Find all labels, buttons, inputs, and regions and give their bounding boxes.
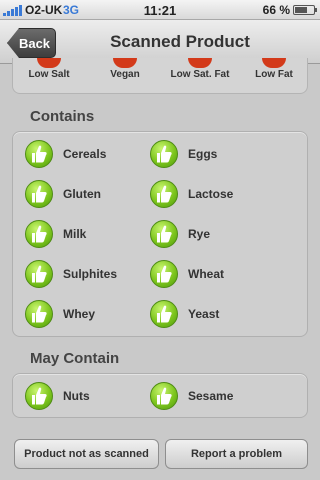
property-indicator-icon [262,58,286,68]
ingredient-item: Eggs [150,140,217,168]
ingredient-item: Sulphites [25,260,117,288]
ingredient-name: Eggs [188,147,218,161]
property-indicator-icon [113,58,137,68]
property-indicator-icon [37,58,61,68]
thumbs-up-icon [150,382,178,410]
report-problem-button[interactable]: Report a problem [165,439,308,469]
may-contain-panel: Nuts Sesame [12,373,308,418]
property-low-fat: Low Fat [249,58,299,80]
ingredient-name: Rye [188,227,211,241]
status-bar: O2-UK 3G 11:21 66 % [0,0,320,20]
ingredient-name: Yeast [188,307,220,321]
property-label: Low Fat [255,69,293,80]
property-label: Low Salt [28,69,70,80]
ingredient-name: Gluten [63,187,101,201]
thumbs-up-icon [25,300,53,328]
property-low-sat-fat: Low Sat. Fat [165,58,235,80]
property-indicator-icon [188,58,212,68]
ingredient-name: Sulphites [63,267,118,281]
thumbs-up-icon [25,220,53,248]
thumbs-up-icon [150,260,178,288]
ingredient-name: Lactose [188,187,234,201]
contains-heading: Contains [30,108,95,125]
ingredient-item: Nuts [25,382,90,410]
thumbs-up-icon [150,180,178,208]
ingredient-item: Whey [25,300,95,328]
ingredient-item: Sesame [150,382,233,410]
battery-fill [295,7,307,13]
ingredient-item: Gluten [25,180,101,208]
ingredient-name: Cereals [63,147,107,161]
ingredient-item: Cereals [25,140,106,168]
battery-icon [293,5,317,15]
thumbs-up-icon [25,382,53,410]
ingredient-item: Wheat [150,260,224,288]
ingredient-item: Milk [25,220,86,248]
ingredient-item: Rye [150,220,210,248]
ingredient-name: Wheat [188,267,224,281]
ingredient-name: Nuts [63,389,90,403]
property-vegan: Vegan [97,58,153,80]
product-not-as-scanned-button[interactable]: Product not as scanned [14,439,159,469]
property-label: Vegan [110,69,140,80]
ingredient-name: Milk [63,227,87,241]
thumbs-up-icon [150,140,178,168]
thumbs-up-icon [150,300,178,328]
property-low-salt: Low Salt [21,58,77,80]
ingredient-item: Yeast [150,300,219,328]
ingredient-name: Sesame [188,389,234,403]
thumbs-up-icon [25,180,53,208]
battery-percent: 66 % [262,3,290,17]
may-contain-heading: May Contain [30,350,120,367]
page-title: Scanned Product [110,32,250,51]
thumbs-up-icon [150,220,178,248]
ingredient-name: Whey [63,307,96,321]
properties-panel: Low Salt Vegan Low Sat. Fat Low Fat [12,58,308,94]
thumbs-up-icon [25,140,53,168]
back-button[interactable]: Back [7,28,56,58]
property-label: Low Sat. Fat [170,69,230,80]
ingredient-item: Lactose [150,180,233,208]
contains-panel: Cereals Eggs Gluten Lactose Milk Rye Sul… [12,131,308,337]
thumbs-up-icon [25,260,53,288]
